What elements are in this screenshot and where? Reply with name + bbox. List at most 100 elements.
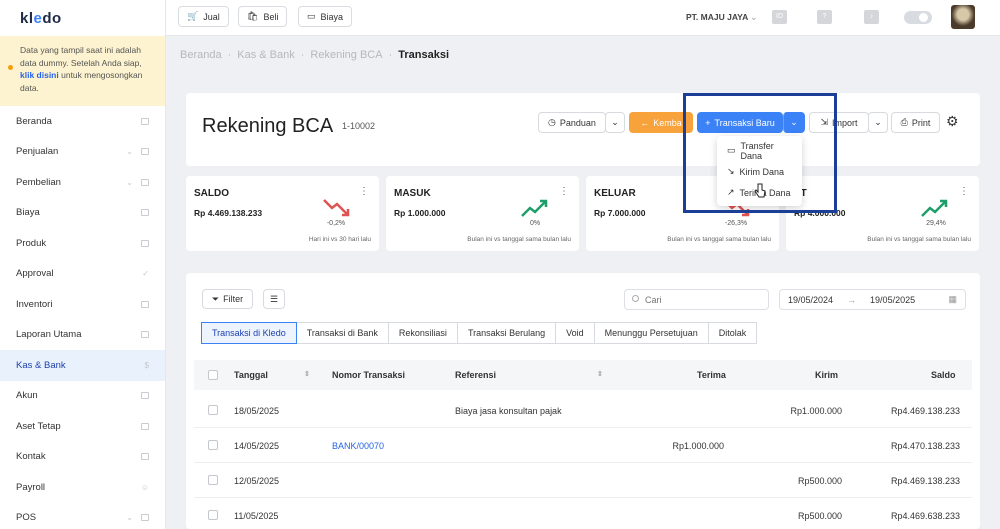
col-referensi[interactable]: Referensi: [455, 370, 496, 380]
col-nomor-transaksi[interactable]: Nomor Transaksi: [332, 370, 405, 380]
help-icon[interactable]: ?: [817, 10, 832, 24]
panduan-dropdown-button[interactable]: ⌄: [605, 112, 625, 133]
breadcrumb-kas-bank[interactable]: Kas & Bank: [237, 49, 294, 61]
tab-transaksi-di-kledo[interactable]: Transaksi di Kledo: [201, 322, 297, 344]
home-icon: [141, 117, 149, 125]
sidebar-item-produk[interactable]: Produk: [0, 228, 165, 259]
stat-value: Rp 4.469.138.233: [194, 208, 263, 218]
stat-label: MASUK: [394, 188, 431, 199]
print-label: Print: [911, 117, 931, 128]
chevron-down-icon: ⌄: [750, 12, 758, 22]
date-range-picker[interactable]: 19/05/2024 → 19/05/2025 ▦: [779, 289, 966, 310]
tab-ditolak[interactable]: Ditolak: [707, 322, 758, 344]
sidebar-item-akun[interactable]: Akun: [0, 381, 165, 412]
stat-label: SALDO: [194, 188, 229, 199]
more-icon[interactable]: ⋮: [959, 186, 969, 197]
biaya-button[interactable]: ▭ Biaya: [298, 6, 353, 27]
stat-card-masuk: MASUK Rp 1.000.000 ⋮ 0% Bulan ini vs tan…: [386, 176, 579, 251]
notice-link[interactable]: klik disini: [20, 70, 59, 80]
bell-icon[interactable]: ♪: [864, 10, 879, 24]
date-separator: →: [847, 294, 857, 305]
stat-compare: Bulan ini vs tanggal sama bulan lalu: [467, 236, 571, 243]
table-row[interactable]: 11/05/2025 Rp500.000 Rp4.469.638.233: [194, 498, 972, 529]
company-selector[interactable]: PT. MAJU JAYA ⌄: [686, 12, 757, 23]
sort-icon[interactable]: ⇕: [304, 370, 310, 378]
basket-icon: [141, 148, 149, 156]
sidebar-item-kas-bank[interactable]: Kas & Bank $: [0, 350, 165, 381]
breadcrumb-rekening[interactable]: Rekening BCA: [310, 49, 382, 61]
row-checkbox[interactable]: [208, 440, 218, 450]
more-icon[interactable]: ⋮: [559, 186, 569, 197]
row-checkbox[interactable]: [208, 510, 218, 520]
breadcrumb-beranda[interactable]: Beranda: [180, 49, 222, 61]
sidebar-item-laporan-utama[interactable]: Laporan Utama: [0, 320, 165, 351]
cell-saldo: Rp4.469.138.233: [890, 406, 960, 416]
table-row[interactable]: 18/05/2025 Biaya jasa konsultan pajak Rp…: [194, 393, 972, 428]
col-terima[interactable]: Terima: [697, 370, 726, 380]
cell-kirim: Rp500.000: [797, 511, 842, 521]
stat-percent: 0%: [529, 220, 541, 227]
building-icon: [141, 422, 149, 430]
stat-percent: -26,3%: [724, 220, 748, 227]
pos-icon: [141, 514, 149, 522]
sidebar-item-inventori[interactable]: Inventori: [0, 289, 165, 320]
sidebar-item-biaya[interactable]: Biaya: [0, 198, 165, 229]
stat-label: KELUAR: [594, 188, 636, 199]
sidebar-item-approval[interactable]: Approval ✓: [0, 259, 165, 290]
filter-button[interactable]: ⏷ Filter: [202, 289, 253, 309]
cell-nomor[interactable]: BANK/00070: [332, 441, 384, 451]
row-checkbox[interactable]: [208, 405, 218, 415]
avatar[interactable]: [951, 5, 975, 29]
columns-button[interactable]: ☰: [263, 289, 285, 309]
col-tanggal[interactable]: Tanggal: [234, 370, 268, 380]
list-icon: ☰: [269, 293, 279, 304]
kledo-logo[interactable]: kledo: [0, 0, 165, 36]
transaction-tabs: Transaksi di Kledo Transaksi di Bank Rek…: [201, 322, 758, 344]
ledger-icon: [141, 392, 149, 400]
sort-icon[interactable]: ⇕: [597, 370, 603, 378]
sidebar-item-aset-tetap[interactable]: Aset Tetap: [0, 411, 165, 442]
table-header: Tanggal ⇕ Nomor Transaksi Referensi ⇕ Te…: [194, 360, 972, 390]
table-row[interactable]: 14/05/2025 BANK/00070 Rp1.000.000 Rp4.47…: [194, 428, 972, 463]
sidebar-item-label: Approval: [16, 268, 54, 280]
table-row[interactable]: 12/05/2025 Rp500.000 Rp4.469.138.233: [194, 463, 972, 498]
more-icon[interactable]: ⋮: [359, 186, 369, 197]
sidebar-item-payroll[interactable]: Payroll ☺: [0, 472, 165, 503]
sidebar-item-label: Laporan Utama: [16, 329, 82, 341]
row-checkbox[interactable]: [208, 475, 218, 485]
search-input[interactable]: [624, 289, 769, 310]
tab-transaksi-berulang[interactable]: Transaksi Berulang: [456, 322, 557, 344]
sidebar-item-pembelian[interactable]: Pembelian ⌄: [0, 167, 165, 198]
col-kirim[interactable]: Kirim: [815, 370, 838, 380]
sidebar-item-kontak[interactable]: Kontak: [0, 442, 165, 473]
panduan-button[interactable]: ◷ Panduan: [538, 112, 606, 133]
cell-referensi: Biaya jasa konsultan pajak: [455, 406, 562, 416]
tab-void[interactable]: Void: [555, 322, 595, 344]
theme-toggle[interactable]: [904, 11, 932, 24]
sidebar-item-penjualan[interactable]: Penjualan ⌄: [0, 137, 165, 168]
col-saldo[interactable]: Saldo: [931, 370, 956, 380]
stat-value: Rp 7.000.000: [594, 208, 646, 218]
sidebar-item-beranda[interactable]: Beranda: [0, 106, 165, 137]
tab-rekonsiliasi[interactable]: Rekonsiliasi: [387, 322, 458, 344]
jual-button[interactable]: 🛒 Jual: [178, 6, 229, 27]
breadcrumb-separator: ·: [388, 49, 393, 61]
cell-kirim: Rp1.000.000: [790, 406, 842, 416]
sidebar-item-pos[interactable]: POS ⌄: [0, 503, 165, 529]
cell-tanggal: 12/05/2025: [234, 476, 280, 486]
tab-transaksi-di-bank[interactable]: Transaksi di Bank: [295, 322, 389, 344]
chevron-down-icon: ⌄: [874, 117, 882, 127]
import-dropdown-button[interactable]: ⌄: [868, 112, 888, 133]
sidebar-item-label: Penjualan: [16, 146, 59, 158]
sidebar-menu: Beranda Penjualan ⌄ Pembelian ⌄ Biaya Prod…: [0, 106, 165, 529]
company-name: PT. MAJU JAYA: [686, 12, 748, 22]
tab-menunggu-persetujuan[interactable]: Menunggu Persetujuan: [593, 322, 709, 344]
select-all-checkbox[interactable]: [208, 370, 218, 380]
kembali-label: Kemba: [653, 117, 682, 128]
beli-button[interactable]: 🛍 Beli: [238, 6, 288, 27]
check-icon: ✓: [142, 269, 149, 279]
jual-label: Jual: [203, 11, 220, 22]
gear-icon[interactable]: ⚙: [946, 113, 959, 130]
language-badge[interactable]: ID: [772, 10, 787, 24]
print-button[interactable]: ⎙ Print: [891, 112, 940, 133]
